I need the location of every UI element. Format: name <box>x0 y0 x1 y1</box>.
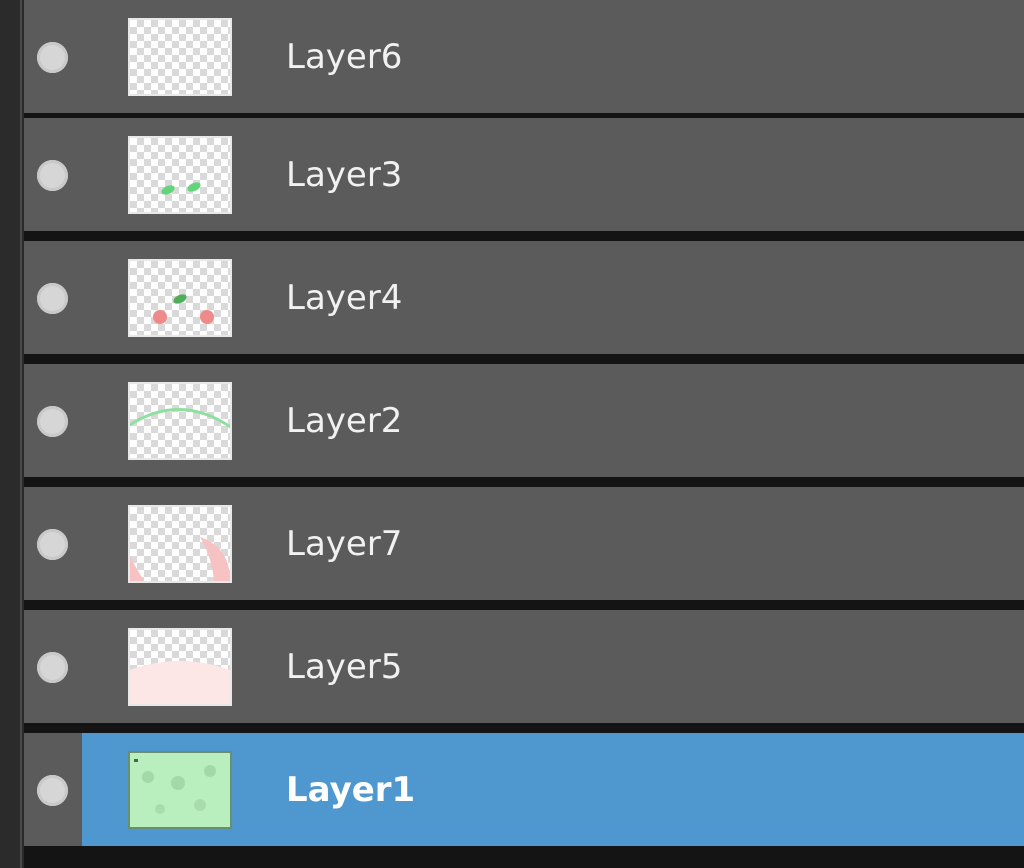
layer-name: Layer2 <box>286 400 403 441</box>
layer-row-layer7[interactable]: Layer7 <box>24 487 1024 600</box>
panel-left-edge <box>0 0 22 868</box>
layer-name: Layer7 <box>286 523 403 564</box>
visibility-toggle-icon[interactable] <box>37 282 68 314</box>
layer-row-layer1[interactable]: Layer1 <box>24 733 1024 846</box>
visibility-toggle-icon[interactable] <box>37 405 68 437</box>
visibility-toggle-icon[interactable] <box>37 41 68 73</box>
layer-row-layer5[interactable]: Layer5 <box>24 610 1024 723</box>
layers-panel: Layer6 Layer3 Layer4 Layer2 Layer7 Layer… <box>0 0 1024 868</box>
visibility-toggle-icon[interactable] <box>37 651 68 683</box>
layer-thumbnail <box>128 381 232 460</box>
layer-name: Layer3 <box>286 154 403 195</box>
layer-thumbnail <box>128 17 232 96</box>
layers-list: Layer6 Layer3 Layer4 Layer2 Layer7 Layer… <box>24 0 1024 868</box>
layer-name: Layer5 <box>286 646 403 687</box>
layer-thumbnail <box>128 258 232 337</box>
layer-thumbnail <box>128 135 232 214</box>
visibility-toggle-icon[interactable] <box>37 528 68 560</box>
visibility-toggle-icon[interactable] <box>37 774 68 806</box>
layer-row-layer3[interactable]: Layer3 <box>24 118 1024 231</box>
layer-row-layer4[interactable]: Layer4 <box>24 241 1024 354</box>
layer-name: Layer6 <box>286 36 403 77</box>
layer-name: Layer1 <box>286 769 416 810</box>
layer-thumbnail <box>128 750 232 829</box>
layer-row-layer2[interactable]: Layer2 <box>24 364 1024 477</box>
visibility-toggle-icon[interactable] <box>37 159 68 191</box>
layer-thumbnail <box>128 504 232 583</box>
layer-name: Layer4 <box>286 277 403 318</box>
layer-thumbnail <box>128 627 232 706</box>
layer-row-layer6[interactable]: Layer6 <box>24 0 1024 113</box>
